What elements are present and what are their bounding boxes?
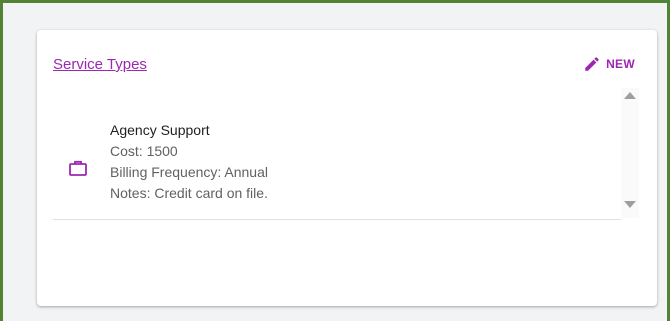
new-button-label: NEW <box>606 57 635 71</box>
scroll-down-arrow-icon[interactable] <box>624 201 636 208</box>
pencil-icon <box>583 55 601 73</box>
service-types-list: Agency Support Cost: 1500 Billing Freque… <box>53 88 621 220</box>
briefcase-icon <box>69 160 87 181</box>
list-scrollbar[interactable] <box>621 88 639 218</box>
list-item-text: Agency Support Cost: 1500 Billing Freque… <box>110 120 268 204</box>
list-item[interactable]: Agency Support Cost: 1500 Billing Freque… <box>53 120 621 218</box>
list-divider <box>53 219 621 220</box>
service-name: Agency Support <box>110 122 210 138</box>
scroll-up-arrow-icon[interactable] <box>624 92 636 99</box>
card-title-link[interactable]: Service Types <box>53 56 147 74</box>
service-types-card: Service Types NEW Agency Support Cost: 1… <box>37 30 657 306</box>
new-button[interactable]: NEW <box>583 53 635 75</box>
service-cost: Cost: 1500 <box>110 143 178 159</box>
service-billing-frequency: Billing Frequency: Annual <box>110 164 268 180</box>
service-notes: Notes: Credit card on file. <box>110 185 268 201</box>
page-frame: Service Types NEW Agency Support Cost: 1… <box>0 0 670 321</box>
